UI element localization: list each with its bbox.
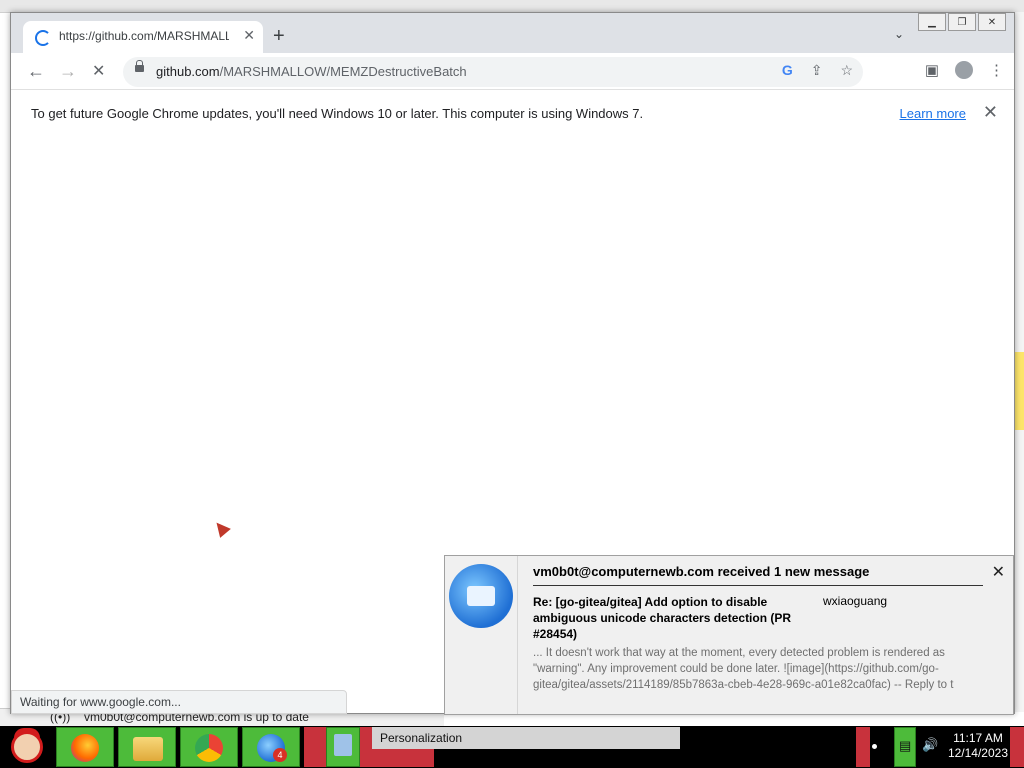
firefox-icon [71, 734, 99, 762]
new-mail-notification[interactable]: vm0b0t@computernewb.com received 1 new m… [444, 555, 1014, 715]
start-orb-icon [11, 731, 43, 763]
clock-time: 11:17 AM [953, 731, 1003, 745]
menu-kebab-icon[interactable]: ⋮ [989, 61, 1004, 79]
address-bar[interactable]: github.com/MARSHMALLOW/MEMZDestructiveBa… [123, 57, 863, 87]
taskbar-explorer[interactable] [118, 727, 176, 767]
lock-icon[interactable] [135, 60, 144, 72]
url-domain: github.com [156, 64, 220, 79]
loading-spinner-icon [35, 30, 51, 46]
mail-preview[interactable]: ... It doesn't work that way at the mome… [533, 645, 985, 693]
side-panel-icon[interactable]: ▣ [925, 61, 939, 79]
tab-title: https://github.com/MARSHMALLOW/MEMZDestr… [59, 29, 229, 43]
tray-network[interactable]: ▤ [894, 727, 916, 767]
unread-count-badge: 4 [273, 748, 287, 762]
omnibox-actions: G ⇪ ☆ [782, 62, 853, 79]
close-window-button[interactable]: ✕ [978, 13, 1006, 31]
volume-icon[interactable]: 🔊 [922, 737, 938, 753]
forward-button[interactable]: → [59, 61, 77, 82]
browser-toolbar: ← → ✕ github.com/MARSHMALLOW/MEMZDestruc… [11, 53, 1014, 89]
learn-more-link[interactable]: Learn more [900, 106, 966, 121]
taskbar-task-personalization[interactable]: Personalization [372, 727, 680, 749]
notification-close-icon[interactable]: ✕ [992, 562, 1005, 582]
taskbar-segment [304, 727, 326, 767]
toolbar-right-actions: ▣ ⋮ [925, 61, 1004, 79]
taskbar-segment [856, 727, 870, 767]
notification-rule [533, 585, 983, 586]
back-button[interactable]: ← [27, 61, 45, 82]
bookmark-star-icon[interactable]: ☆ [840, 62, 853, 79]
new-tab-button[interactable]: + [273, 25, 285, 48]
profile-avatar-icon[interactable] [955, 61, 973, 79]
taskbar-thunderbird[interactable]: 4 [242, 727, 300, 767]
status-text: Waiting for www.google.com... [20, 695, 181, 709]
system-clock[interactable]: 11:17 AM 12/14/2023 [948, 731, 1008, 761]
tray-dot-icon[interactable] [872, 744, 877, 749]
task-label: Personalization [380, 731, 463, 745]
tab-strip: https://github.com/MARSHMALLOW/MEMZDestr… [11, 13, 1014, 53]
share-icon[interactable]: ⇪ [811, 62, 823, 79]
background-highlight [1014, 352, 1024, 430]
clock-date: 12/14/2023 [947, 746, 1008, 760]
thunderbird-logo-icon [449, 564, 513, 628]
infobar-message: To get future Google Chrome updates, you… [31, 106, 644, 121]
mail-subject[interactable]: Re: [go-gitea/gitea] Add option to disab… [533, 594, 803, 642]
update-infobar: To get future Google Chrome updates, you… [11, 89, 1014, 137]
taskbar-firefox[interactable] [56, 727, 114, 767]
status-bubble: Waiting for www.google.com... [11, 690, 347, 714]
taskbar-control-panel[interactable] [326, 727, 360, 767]
google-lens-icon[interactable]: G [782, 62, 793, 79]
folder-icon [133, 737, 163, 761]
show-desktop-button[interactable] [1010, 727, 1024, 767]
notification-heading: vm0b0t@computernewb.com received 1 new m… [533, 564, 870, 579]
restore-button[interactable]: ❐ [948, 13, 976, 31]
tab-search-chevron-icon[interactable]: ⌄ [894, 27, 904, 41]
network-icon: ▤ [899, 738, 912, 753]
chrome-icon [195, 734, 223, 762]
mail-sender: wxiaoguang [823, 594, 888, 608]
control-panel-icon [334, 734, 352, 756]
url-path: /MARSHMALLOW/MEMZDestructiveBatch [219, 64, 467, 79]
tab-close-icon[interactable]: ✕ [243, 27, 255, 44]
stop-loading-button[interactable]: ✕ [92, 61, 105, 81]
tab-github[interactable]: https://github.com/MARSHMALLOW/MEMZDestr… [23, 21, 263, 53]
url-text[interactable]: github.com/MARSHMALLOW/MEMZDestructiveBa… [156, 64, 467, 79]
notification-divider [517, 556, 518, 714]
minimize-button[interactable]: ▁ [918, 13, 946, 31]
taskbar: 4 Personalization ▤ 🔊 11:17 AM 12/14/202… [0, 726, 1024, 768]
taskbar-chrome[interactable] [180, 727, 238, 767]
window-controls: ▁ ❐ ✕ [918, 13, 1006, 31]
start-button[interactable] [4, 728, 50, 766]
infobar-close-icon[interactable]: ✕ [983, 102, 998, 123]
